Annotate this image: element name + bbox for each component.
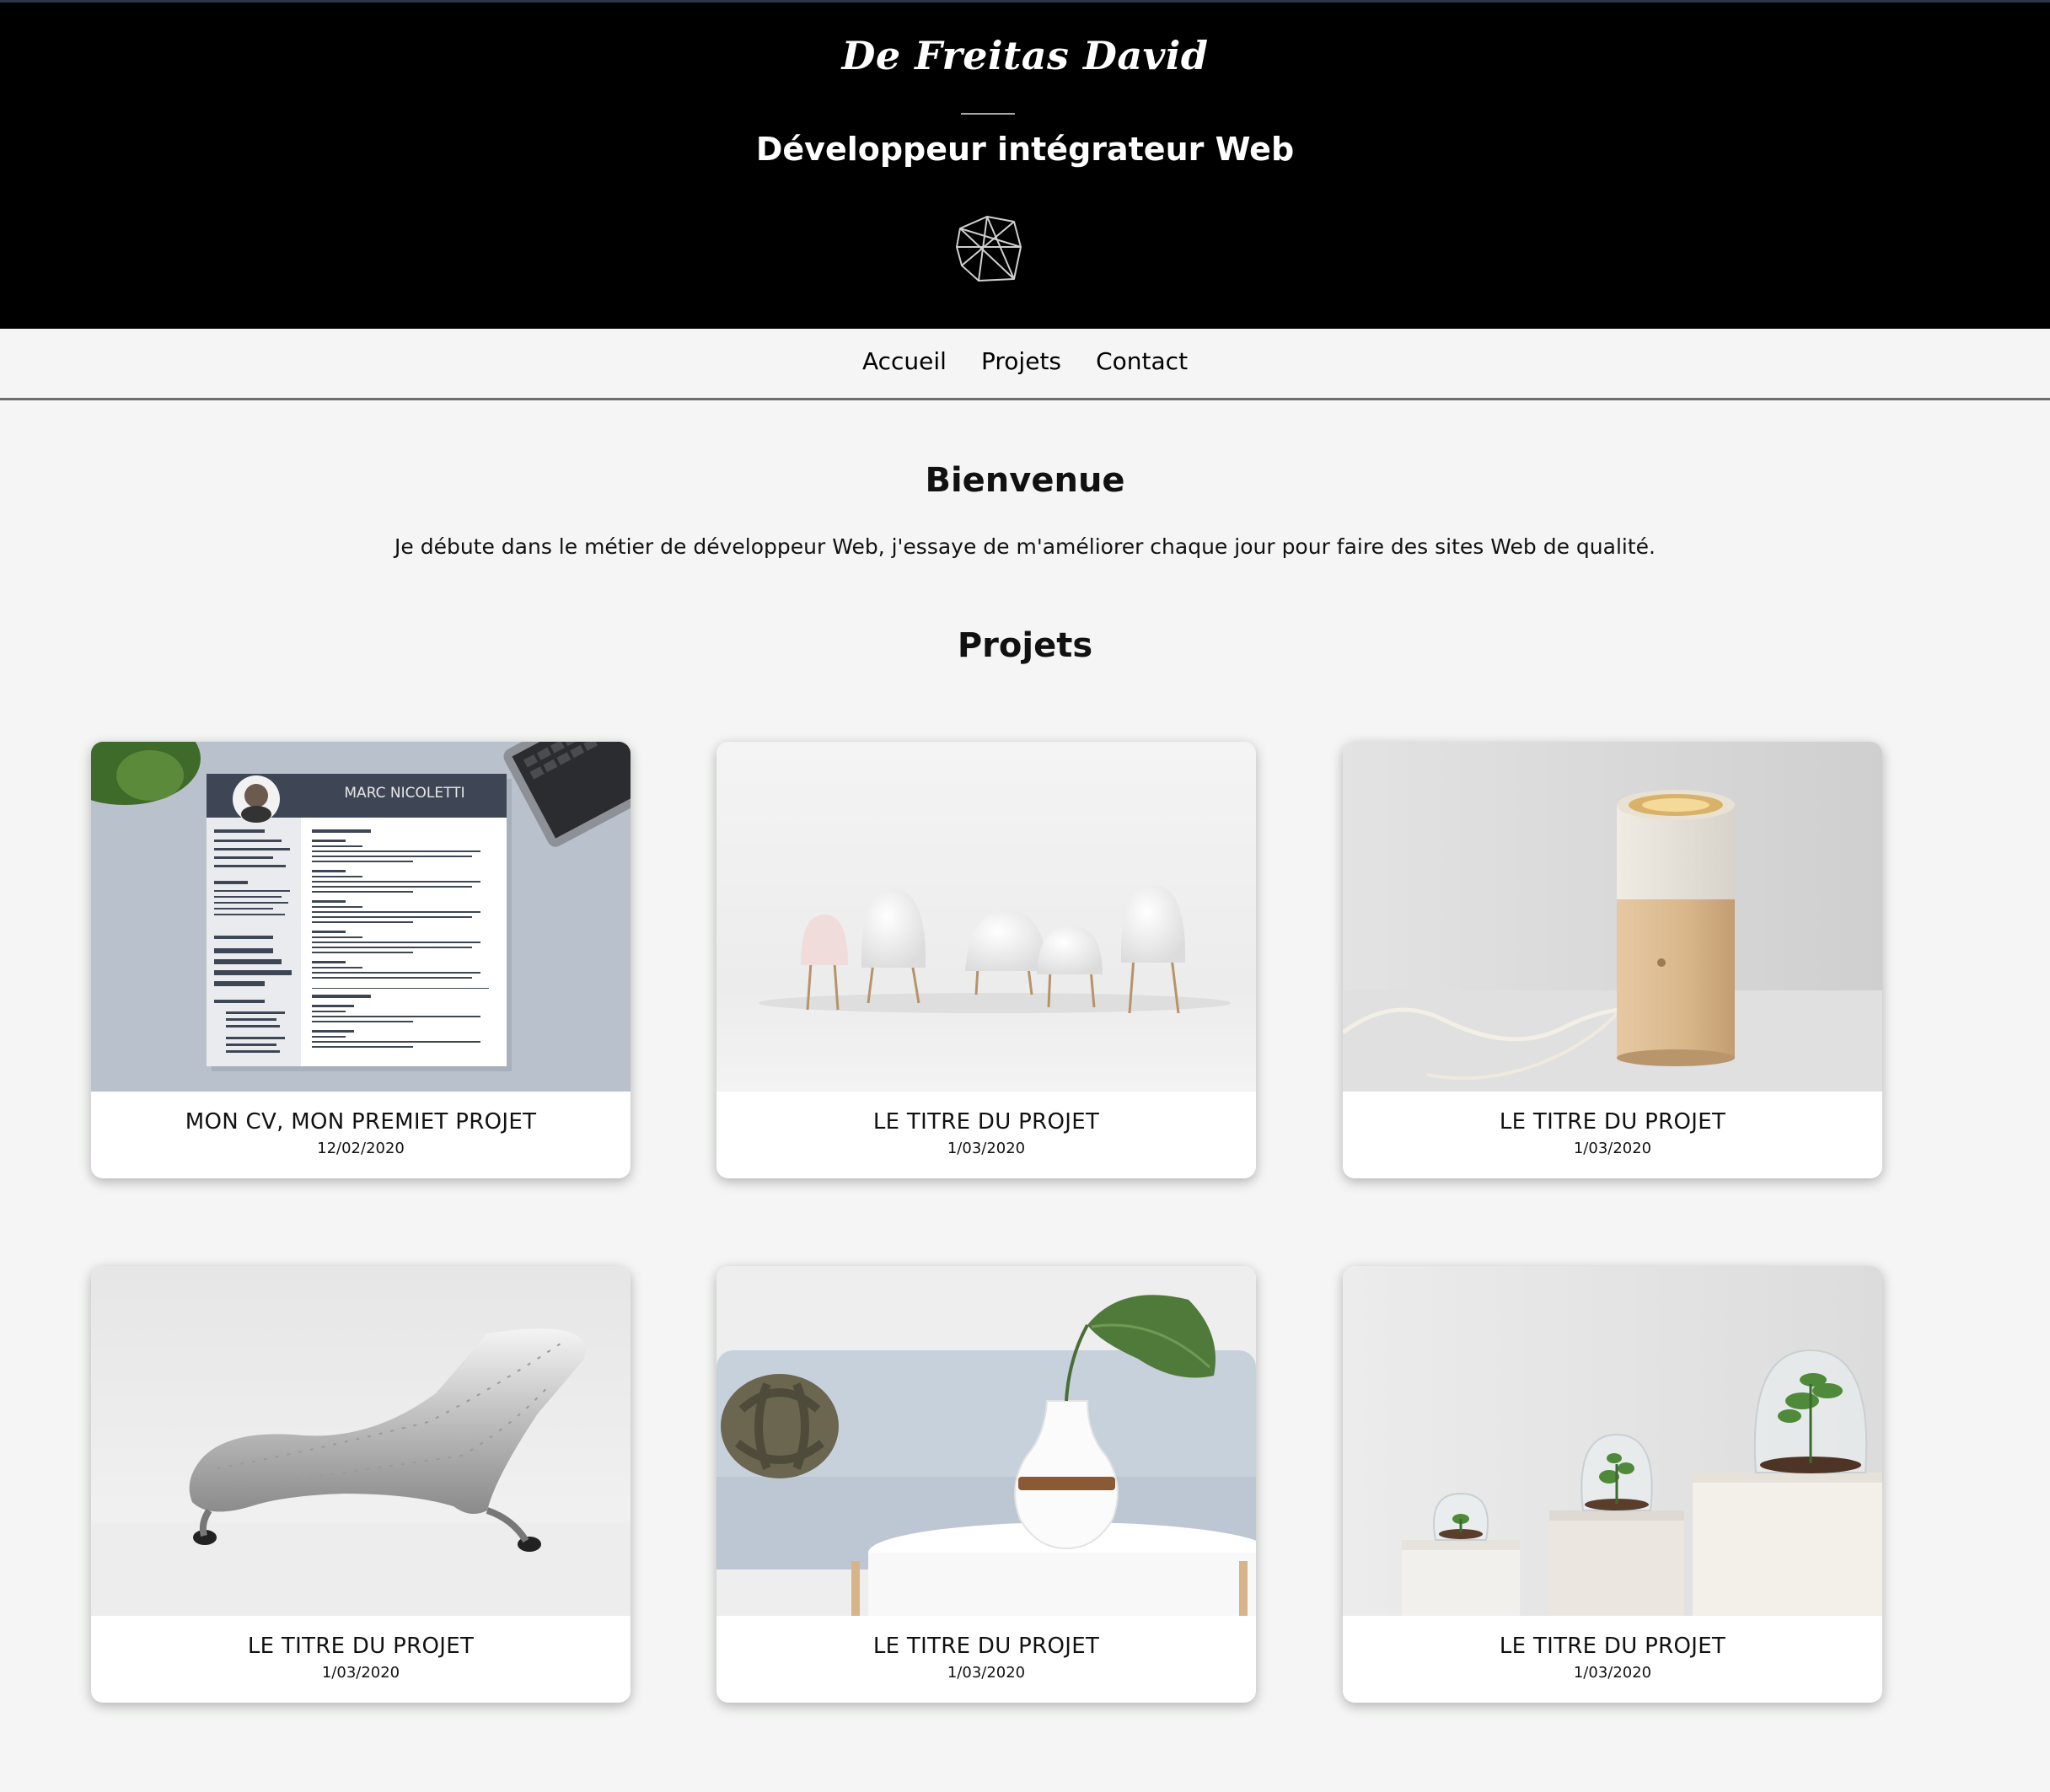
- project-card-title: LE TITRE DU PROJET: [872, 1109, 1100, 1135]
- project-card-title: LE TITRE DU PROJET: [872, 1634, 1100, 1659]
- site-header: De Freitas David Développeur intégrateur…: [0, 3, 2050, 329]
- metal-chaise-image: [91, 1266, 631, 1616]
- header-divider: [961, 113, 1015, 115]
- project-card-date: 1/03/2020: [947, 1140, 1026, 1157]
- nav-link-projets[interactable]: Projets: [981, 347, 1061, 375]
- wood-lamp-image: [1343, 742, 1882, 1092]
- projects-title: Projets: [957, 626, 1093, 665]
- project-card-6[interactable]: LE TITRE DU PROJET 1/03/2020: [1343, 1266, 1882, 1703]
- project-card-4[interactable]: LE TITRE DU PROJET 1/03/2020: [91, 1266, 631, 1703]
- project-card-2[interactable]: LE TITRE DU PROJET 1/03/2020: [716, 742, 1256, 1178]
- project-card-date: 1/03/2020: [321, 1664, 400, 1682]
- geometric-wireframe-icon: [953, 213, 1024, 284]
- main-navigation: Accueil Projets Contact: [0, 329, 2050, 400]
- project-card-1[interactable]: MARC NICOLETTI MON CV, MON PREMIET PROJE…: [91, 742, 631, 1178]
- nav-link-accueil[interactable]: Accueil: [862, 347, 947, 375]
- project-card-date: 12/02/2020: [317, 1140, 405, 1157]
- welcome-text: Je débute dans le métier de développeur …: [394, 534, 1656, 559]
- project-card-title: MON CV, MON PREMIET PROJET: [185, 1109, 537, 1135]
- project-card-date: 1/03/2020: [1573, 1664, 1652, 1682]
- resume-name-text: MARC NICOLETTI: [344, 785, 464, 802]
- project-card-5[interactable]: LE TITRE DU PROJET 1/03/2020: [716, 1266, 1256, 1703]
- sofa-vase-image: [716, 1266, 1256, 1616]
- project-card-title: LE TITRE DU PROJET: [1499, 1109, 1726, 1135]
- project-card-date: 1/03/2020: [947, 1664, 1026, 1682]
- project-card-title: LE TITRE DU PROJET: [247, 1634, 475, 1659]
- site-subtitle: Développeur intégrateur Web: [755, 131, 1295, 168]
- welcome-title: Bienvenue: [925, 461, 1125, 500]
- project-card-3[interactable]: LE TITRE DU PROJET 1/03/2020: [1343, 742, 1882, 1178]
- project-card-title: LE TITRE DU PROJET: [1499, 1634, 1726, 1659]
- project-card-date: 1/03/2020: [1573, 1140, 1652, 1157]
- terrarium-image: [1343, 1266, 1882, 1616]
- nav-link-contact[interactable]: Contact: [1096, 347, 1188, 375]
- site-name: De Freitas David: [841, 33, 1209, 78]
- white-lamps-image: [716, 742, 1256, 1092]
- resume-mockup-image: MARC NICOLETTI: [91, 742, 631, 1092]
- nav-links: Accueil Projets Contact: [0, 347, 2050, 375]
